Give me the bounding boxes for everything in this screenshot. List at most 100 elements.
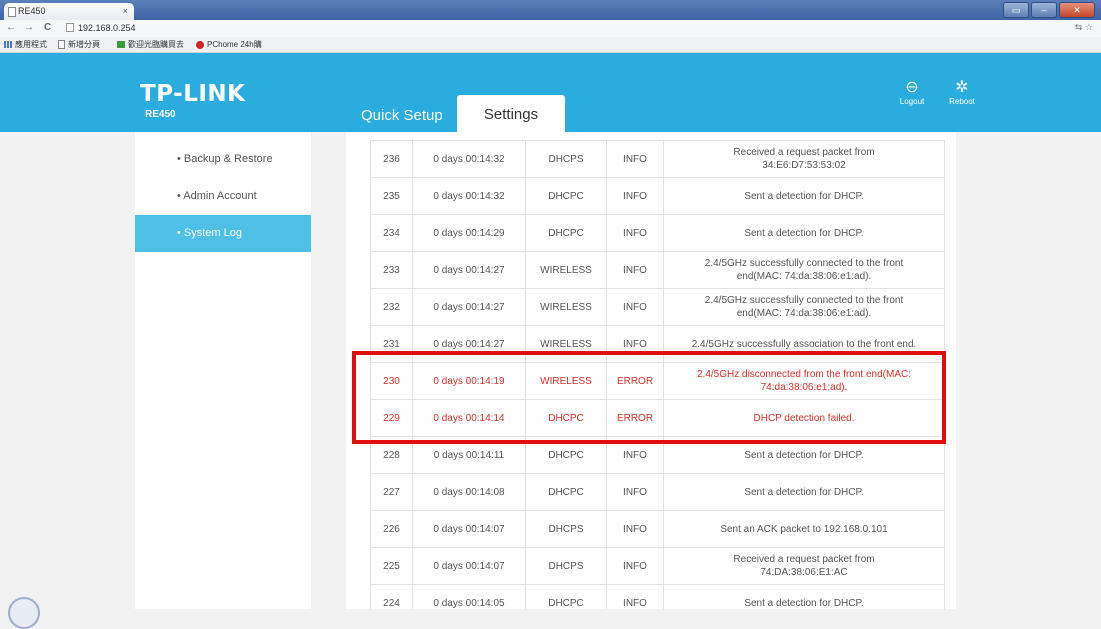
tab-title: RE450 — [18, 6, 46, 16]
table-row: 234 0 days 00:14:29 DHCPC INFO Sent a detect… — [370, 214, 945, 252]
page-icon — [66, 23, 74, 32]
log-level: INFO — [606, 251, 664, 289]
pchome-icon — [196, 40, 204, 49]
bookmark-label: PChome 24h購 — [207, 40, 262, 49]
page-icon — [58, 40, 65, 49]
log-message-line: end(MAC: 74:da:38:06:e1:ad). — [736, 271, 872, 282]
log-message-line: end(MAC: 74:da:38:06:e1:ad). — [736, 308, 872, 319]
log-time: 0 days 00:14:32 — [412, 140, 526, 178]
minimize-button[interactable]: – — [1031, 2, 1057, 18]
table-row: 226 0 days 00:14:07 DHCPS INFO Sent an ACK p… — [370, 510, 945, 548]
reboot-icon: ✲ — [955, 79, 969, 96]
log-id: 232 — [370, 288, 413, 326]
bookmark-apps[interactable]: 應用程式 — [4, 37, 47, 52]
url-input[interactable]: 192.168.0.254 — [66, 22, 1046, 34]
log-message-line: 2.4/5GHz successfully association to the… — [691, 338, 917, 350]
log-level: INFO — [606, 177, 664, 215]
log-message-line: Sent a detection for DHCP. — [744, 597, 864, 609]
sidebar-item-admin-account[interactable]: • Admin Account — [135, 178, 311, 215]
log-module: WIRELESS — [525, 251, 607, 289]
log-level: INFO — [606, 547, 664, 585]
log-module: WIRELESS — [525, 288, 607, 326]
reboot-button[interactable]: ✲ Reboot — [942, 79, 982, 106]
back-button[interactable]: ← — [6, 22, 16, 33]
log-id: 235 — [370, 177, 413, 215]
log-module: DHCPS — [525, 510, 607, 548]
table-row: 236 0 days 00:14:32 DHCPS INFO Received a re… — [370, 140, 945, 178]
log-message: Sent a detection for DHCP. — [663, 177, 945, 215]
log-message-line: 2.4/5GHz successfully connected to the f… — [704, 258, 904, 269]
log-id: 225 — [370, 547, 413, 585]
tab-close-icon[interactable]: × — [123, 3, 128, 20]
logout-button[interactable]: ⊖ Logout — [892, 79, 932, 106]
bookmark-pchome[interactable]: PChome 24h購 — [196, 37, 262, 52]
bookmark-label: 應用程式 — [15, 40, 47, 49]
log-message: 2.4/5GHz successfully connected to the f… — [663, 288, 945, 326]
window-controls: ▭ – ✕ — [1003, 2, 1095, 18]
log-level: INFO — [606, 510, 664, 548]
log-level: INFO — [606, 140, 664, 178]
log-message: Sent a detection for DHCP. — [663, 584, 945, 609]
table-row: 227 0 days 00:14:08 DHCPC INFO Sent a detect… — [370, 473, 945, 511]
browser-tab[interactable]: RE450 × — [4, 3, 134, 20]
log-module: DHCPS — [525, 547, 607, 585]
log-message: Received a request packet from 34:E6:D7:5… — [663, 140, 945, 178]
table-row: 232 0 days 00:14:27 WIRELESS INFO 2.4/5GHz s… — [370, 288, 945, 326]
log-module: DHCPC — [525, 214, 607, 252]
tab-quick-setup[interactable]: Quick Setup — [361, 107, 443, 124]
log-id: 224 — [370, 584, 413, 609]
forward-button[interactable]: → — [24, 22, 34, 33]
tab-settings[interactable]: Settings — [457, 95, 565, 132]
log-id: 234 — [370, 214, 413, 252]
address-bar: ← → C 192.168.0.254 ⇆ ☆ — [0, 20, 1101, 38]
table-row: 235 0 days 00:14:32 DHCPC INFO Sent a detect… — [370, 177, 945, 215]
log-module: DHCPS — [525, 140, 607, 178]
close-window-button[interactable]: ✕ — [1059, 2, 1095, 18]
restore-button[interactable]: ▭ — [1003, 2, 1029, 18]
sidebar-item-system-log[interactable]: • System Log — [135, 215, 311, 252]
log-message: Sent an ACK packet to 192.168.0.101 — [663, 510, 945, 548]
log-time: 0 days 00:14:05 — [412, 584, 526, 609]
reload-button[interactable]: C — [44, 22, 51, 33]
browser-titlebar: RE450 × ▭ – ✕ — [0, 0, 1101, 20]
log-time: 0 days 00:14:07 — [412, 547, 526, 585]
bookmark-new-tab[interactable]: 新增分頁 — [58, 37, 100, 52]
sidebar-item-backup-restore[interactable]: • Backup & Restore — [135, 141, 311, 178]
apps-grid-icon — [4, 41, 12, 48]
table-row: 233 0 days 00:14:27 WIRELESS INFO 2.4/5GHz s… — [370, 251, 945, 289]
log-level: INFO — [606, 214, 664, 252]
help-icon[interactable] — [8, 597, 40, 629]
router-header: TP-LINK RE450 Quick Setup Settings ⊖ Log… — [0, 53, 1101, 132]
bookmarks-bar: 應用程式 新增分頁 歡迎光臨購買去 PChome 24h購 — [0, 37, 1101, 53]
table-row: 225 0 days 00:14:07 DHCPS INFO Received a re… — [370, 547, 945, 585]
log-module: DHCPC — [525, 177, 607, 215]
log-message-line: 34:E6:D7:53:53:02 — [762, 160, 846, 171]
table-row: 224 0 days 00:14:05 DHCPC INFO Sent a detect… — [370, 584, 945, 609]
log-time: 0 days 00:14:07 — [412, 510, 526, 548]
log-level: INFO — [606, 584, 664, 609]
log-message-line: Sent a detection for DHCP. — [744, 227, 864, 239]
log-level: INFO — [606, 473, 664, 511]
log-message: Sent a detection for DHCP. — [663, 214, 945, 252]
sidebar: • Backup & Restore • Admin Account • Sys… — [135, 132, 311, 609]
log-message-line: Sent an ACK packet to 192.168.0.101 — [720, 523, 888, 535]
log-message: 2.4/5GHz successfully connected to the f… — [663, 251, 945, 289]
log-id: 236 — [370, 140, 413, 178]
log-level: INFO — [606, 288, 664, 326]
log-time: 0 days 00:14:08 — [412, 473, 526, 511]
log-id: 226 — [370, 510, 413, 548]
reboot-label: Reboot — [949, 97, 975, 106]
translate-icon[interactable]: ⇆ ☆ — [1075, 22, 1093, 33]
bookmark-shop[interactable]: 歡迎光臨購買去 — [117, 37, 184, 52]
log-message: Sent a detection for DHCP. — [663, 473, 945, 511]
log-message-line: Sent a detection for DHCP. — [744, 190, 864, 202]
log-message-line: Sent a detection for DHCP. — [744, 449, 864, 461]
model-name: RE450 — [145, 109, 176, 120]
log-message-line: Received a request packet from — [733, 554, 875, 565]
bookmark-label: 新增分頁 — [68, 40, 100, 49]
log-time: 0 days 00:14:32 — [412, 177, 526, 215]
error-highlight-box — [352, 351, 946, 444]
log-message-line: 2.4/5GHz successfully connected to the f… — [704, 295, 904, 306]
log-id: 233 — [370, 251, 413, 289]
log-module: DHCPC — [525, 584, 607, 609]
